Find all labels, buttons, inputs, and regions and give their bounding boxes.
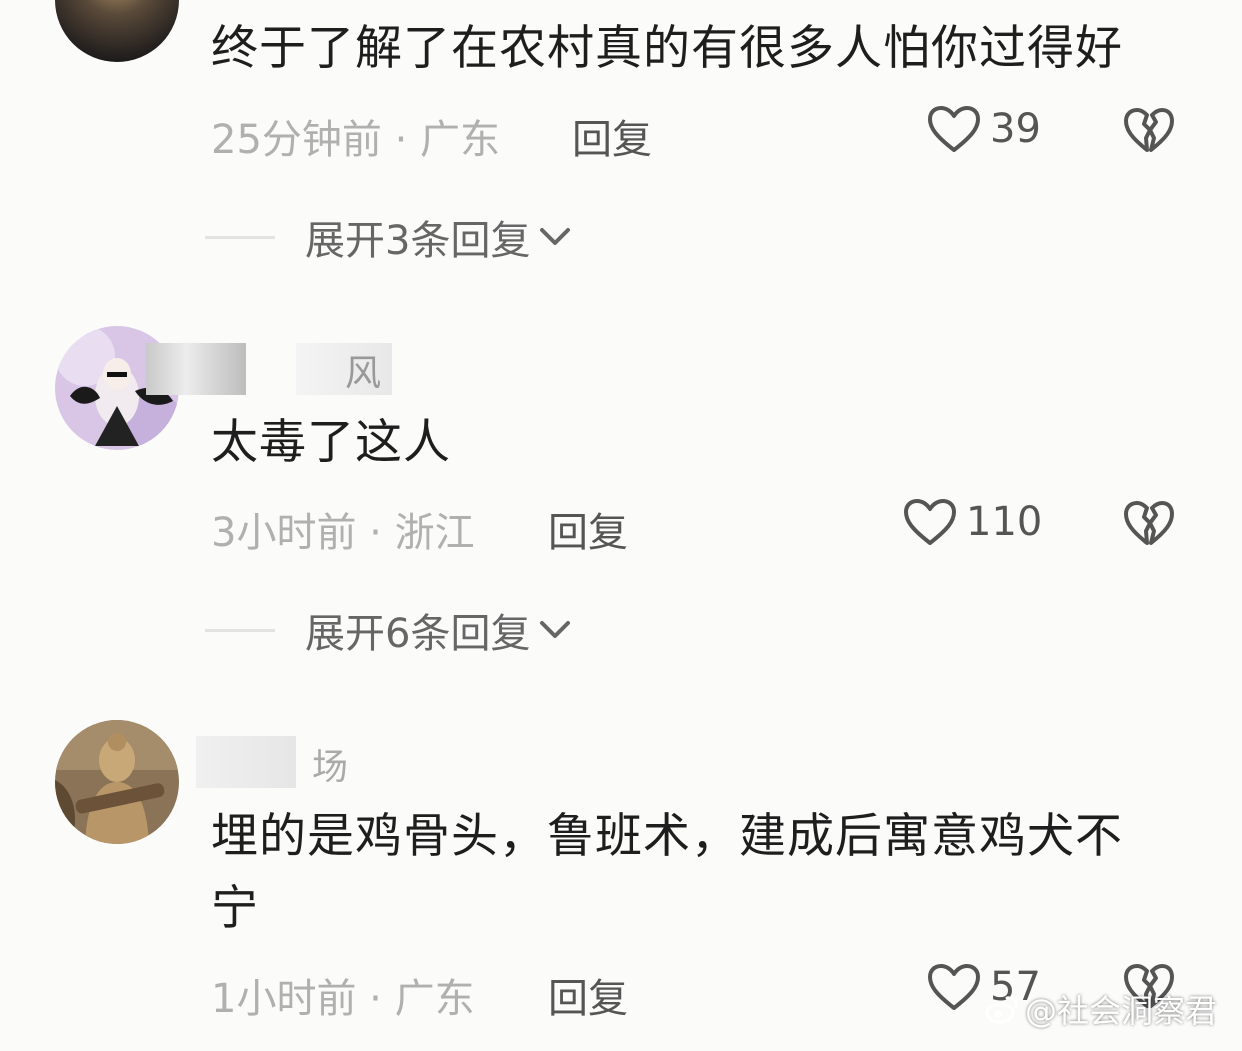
reply-button[interactable]: 回复 bbox=[572, 107, 652, 165]
comment-text-line-1: 埋的是鸡骨头，鲁班术，建成后寓意鸡犬不 bbox=[211, 809, 1123, 864]
chevron-down-icon bbox=[540, 228, 571, 245]
expand-replies-button[interactable]: 展开6条回复 bbox=[205, 601, 572, 659]
broken-heart-icon bbox=[1124, 108, 1174, 152]
comment-text: 终于了解了在农村真的有很多人怕你过得好 bbox=[211, 21, 1123, 76]
comment-text: 太毒了这人 bbox=[211, 415, 451, 470]
like-count: 39 bbox=[990, 106, 1041, 152]
dislike-button[interactable] bbox=[1122, 106, 1176, 158]
comment-time-location: 3小时前 · 浙江 bbox=[211, 510, 475, 556]
expand-replies-label: 展开6条回复 bbox=[305, 611, 531, 657]
heart-outline-icon bbox=[928, 106, 980, 152]
reply-button[interactable]: 回复 bbox=[548, 966, 628, 1024]
reply-button[interactable]: 回复 bbox=[548, 500, 628, 558]
divider-line bbox=[205, 628, 275, 632]
heart-outline-icon bbox=[928, 964, 980, 1010]
username-redacted bbox=[196, 736, 296, 788]
watermark-text: @社会洞察君 bbox=[1025, 992, 1218, 1030]
username-redacted bbox=[146, 343, 246, 395]
heart-outline-icon bbox=[904, 499, 956, 545]
weibo-logo-icon bbox=[985, 996, 1018, 1024]
username-fragment: 场 bbox=[312, 747, 349, 788]
expand-replies-label: 展开3条回复 bbox=[305, 218, 531, 264]
dislike-button[interactable] bbox=[1122, 499, 1176, 551]
like-button[interactable]: 39 bbox=[926, 104, 1041, 154]
comment-time-location: 25分钟前 · 广东 bbox=[211, 117, 501, 163]
like-button[interactable]: 110 bbox=[902, 497, 1042, 547]
divider-line bbox=[205, 235, 275, 239]
like-count: 110 bbox=[966, 499, 1043, 545]
watermark: @社会洞察君 bbox=[985, 986, 1217, 1032]
broken-heart-icon bbox=[1124, 501, 1174, 545]
expand-replies-button[interactable]: 展开3条回复 bbox=[205, 208, 572, 266]
username-fragment: 风 bbox=[345, 353, 382, 394]
avatar[interactable] bbox=[55, 720, 179, 844]
comment-text-line-2: 宁 bbox=[211, 881, 259, 936]
chevron-down-icon bbox=[540, 621, 571, 638]
comment-time-location: 1小时前 · 广东 bbox=[211, 976, 475, 1022]
avatar[interactable] bbox=[55, 0, 179, 62]
